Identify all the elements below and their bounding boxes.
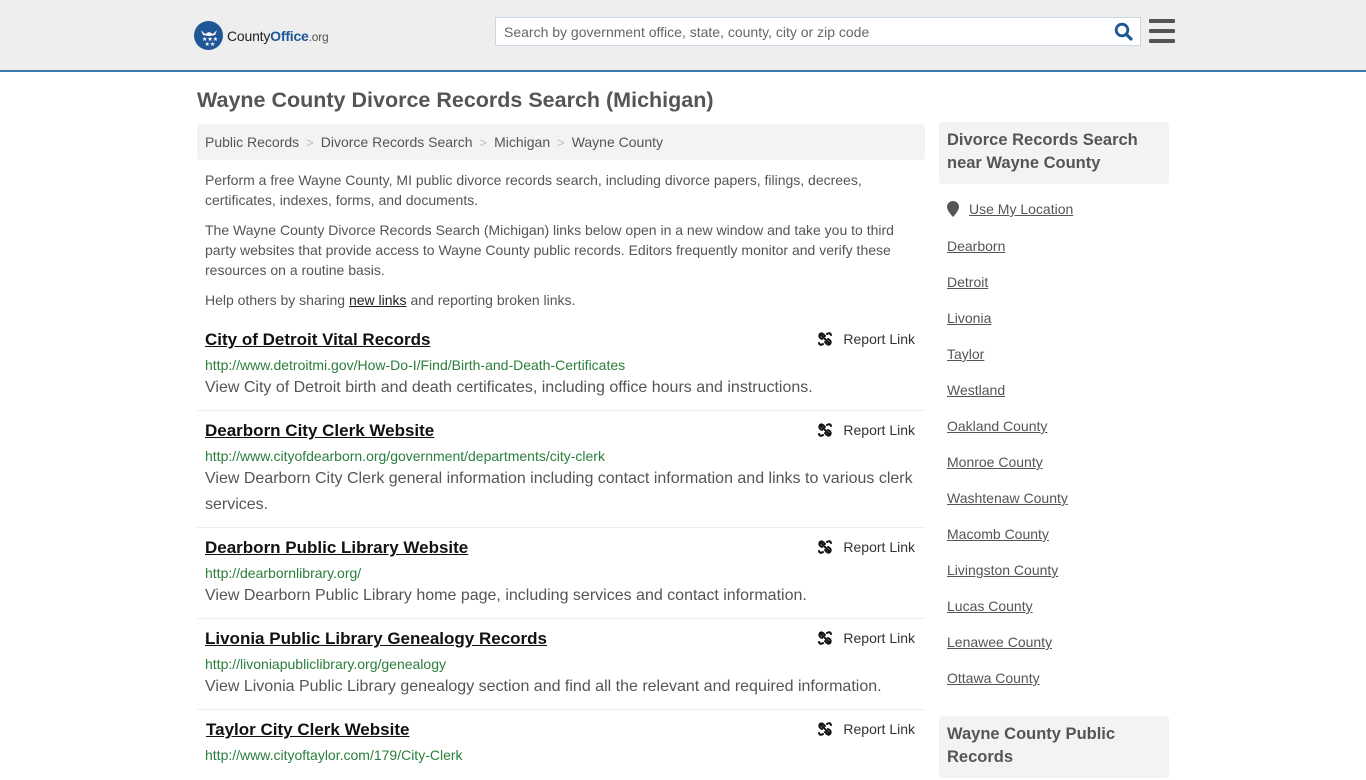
breadcrumb-separator: > (557, 134, 565, 150)
nearby-link[interactable]: Oakland County (947, 418, 1047, 434)
broken-link-icon (818, 631, 833, 645)
result-title-link[interactable]: Taylor City Clerk Website (206, 720, 409, 740)
result-item: Livonia Public Library Genealogy Records… (197, 629, 925, 710)
nearby-heading: Divorce Records Search near Wayne County (939, 122, 1169, 184)
result-description: View Livonia Public Library genealogy se… (205, 678, 882, 695)
result-url[interactable]: http://dearbornlibrary.org/ (205, 565, 361, 581)
result-title-link[interactable]: Dearborn City Clerk Website (205, 421, 434, 441)
report-link-label: Report Link (843, 721, 915, 737)
report-link-label: Report Link (843, 331, 915, 347)
result-title-link[interactable]: Dearborn Public Library Website (205, 538, 468, 558)
result-description: View Dearborn City Clerk general informa… (205, 470, 913, 513)
report-link-button[interactable]: Report Link (817, 539, 915, 555)
menu-bar (1149, 39, 1175, 43)
nearby-link[interactable]: Livingston County (947, 562, 1058, 578)
report-link-button[interactable]: Report Link (817, 721, 915, 737)
nearby-link[interactable]: Detroit (947, 274, 988, 290)
logo-wordmark: CountyOffice.org (227, 28, 329, 44)
logo-brand: Office (270, 27, 309, 44)
result-url[interactable]: http://www.detroitmi.gov/How-Do-I/Find/B… (205, 357, 625, 373)
nearby-link[interactable]: Monroe County (947, 454, 1043, 470)
result-title-link[interactable]: City of Detroit Vital Records (205, 330, 430, 350)
site-search (495, 17, 1141, 46)
report-link-label: Report Link (843, 422, 915, 438)
nearby-link[interactable]: Lenawee County (947, 634, 1052, 650)
site-logo[interactable]: ★★★ ★★ CountyOffice.org (194, 21, 329, 50)
nearby-link[interactable]: Macomb County (947, 526, 1049, 542)
report-link-label: Report Link (843, 539, 915, 555)
report-link-button[interactable]: Report Link (817, 630, 915, 646)
page-title: Wayne County Divorce Records Search (Mic… (197, 88, 714, 112)
broken-link-icon (818, 722, 833, 736)
logo-suffix: .org (308, 29, 329, 44)
result-item: Dearborn Public Library Website Report L… (197, 538, 925, 619)
search-button[interactable] (1106, 18, 1140, 45)
result-url[interactable]: http://www.cityofdearborn.org/government… (205, 448, 605, 464)
eagle-stars-icon: ★★★ ★★ (194, 21, 223, 50)
share-text-end: and reporting broken links. (406, 292, 576, 308)
broken-link-icon (818, 423, 833, 437)
nearby-link[interactable]: Washtenaw County (947, 490, 1068, 506)
intro-paragraph: Perform a free Wayne County, MI public d… (205, 172, 862, 208)
nearby-link[interactable]: Ottawa County (947, 670, 1040, 686)
result-item: City of Detroit Vital Records Report Lin… (197, 330, 925, 411)
share-paragraph: Help others by sharing new links and rep… (205, 290, 917, 310)
map-pin-icon (947, 201, 959, 217)
share-text: Help others by sharing (205, 292, 349, 308)
breadcrumb-michigan[interactable]: Michigan (494, 134, 550, 150)
result-description: View City of Detroit birth and death cer… (205, 379, 813, 396)
breadcrumb-public-records[interactable]: Public Records (205, 134, 299, 150)
new-links-link[interactable]: new links (349, 292, 407, 308)
disclaimer-paragraph: The Wayne County Divorce Records Search … (205, 222, 894, 278)
breadcrumb-separator: > (306, 134, 314, 150)
site-header: ★★★ ★★ CountyOffice.org (0, 0, 1366, 72)
result-title-link[interactable]: Livonia Public Library Genealogy Records (205, 629, 547, 649)
breadcrumb-separator: > (479, 134, 488, 150)
nearby-link[interactable]: Dearborn (947, 238, 1005, 254)
svg-text:★★: ★★ (204, 41, 215, 47)
nearby-link[interactable]: Taylor (947, 346, 984, 362)
nearby-link[interactable]: Livonia (947, 310, 991, 326)
broken-link-icon (818, 540, 833, 554)
result-item: Dearborn City Clerk Website Report Link … (197, 421, 925, 528)
report-link-button[interactable]: Report Link (817, 422, 915, 438)
menu-bar (1149, 19, 1175, 23)
search-input[interactable] (496, 18, 1106, 45)
result-url[interactable]: http://livoniapubliclibrary.org/genealog… (205, 656, 446, 672)
report-link-button[interactable]: Report Link (817, 331, 915, 347)
hamburger-menu-icon[interactable] (1149, 19, 1175, 43)
public-records-heading: Wayne County Public Records (939, 716, 1169, 778)
logo-prefix: County (227, 27, 271, 44)
breadcrumb-wayne-county[interactable]: Wayne County (572, 134, 663, 150)
nearby-link[interactable]: Lucas County (947, 598, 1033, 614)
menu-bar (1149, 29, 1175, 33)
breadcrumb: Public Records > Divorce Records Search … (197, 124, 925, 160)
report-link-label: Report Link (843, 630, 915, 646)
result-url[interactable]: http://www.cityoftaylor.com/179/City-Cle… (205, 747, 463, 763)
nearby-link[interactable]: Westland (947, 382, 1005, 398)
use-location-row: Use My Location (947, 201, 1073, 217)
result-item: Taylor City Clerk Website Report Link ht… (197, 720, 925, 780)
broken-link-icon (818, 332, 833, 346)
use-my-location-link[interactable]: Use My Location (969, 201, 1073, 217)
result-description: View Dearborn Public Library home page, … (205, 587, 807, 604)
breadcrumb-divorce-records-search[interactable]: Divorce Records Search (321, 134, 473, 150)
search-icon (1114, 22, 1133, 41)
